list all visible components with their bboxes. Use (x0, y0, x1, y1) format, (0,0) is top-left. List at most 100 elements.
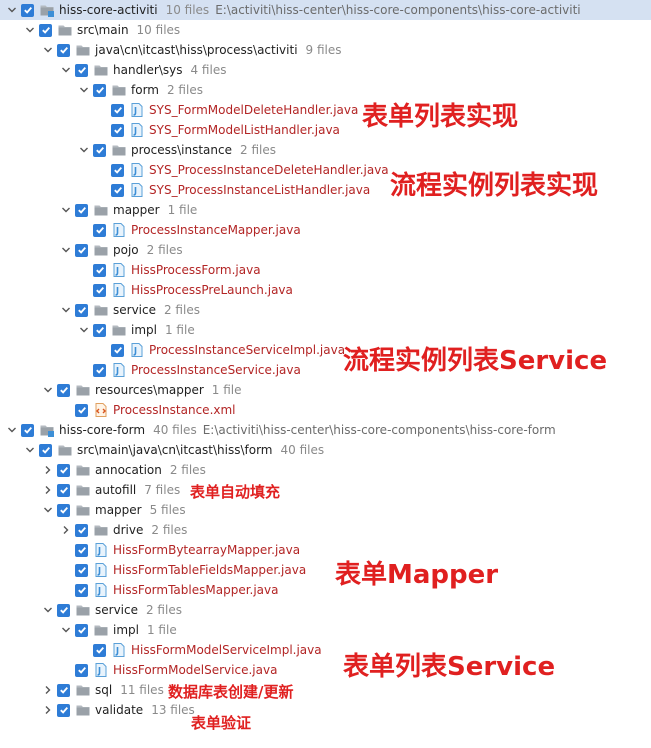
tree-row[interactable]: sql 11 files (0, 680, 651, 700)
tree-row[interactable]: handler\sys 4 files (0, 60, 651, 80)
chevron-right-icon[interactable] (42, 480, 54, 500)
checkbox[interactable] (57, 603, 70, 617)
chevron-down-icon[interactable] (6, 420, 18, 440)
checkbox[interactable] (75, 523, 88, 537)
chevron-right-icon[interactable] (42, 460, 54, 480)
file-count: 10 files (165, 3, 210, 17)
tree-row[interactable]: SYS_FormModelListHandler.java (0, 120, 651, 140)
checkbox[interactable] (57, 463, 70, 477)
checkbox[interactable] (75, 303, 88, 317)
tree-row[interactable]: service 2 files (0, 600, 651, 620)
tree-row[interactable]: src\main\java\cn\itcast\hiss\form 40 file… (0, 440, 651, 460)
checkbox[interactable] (21, 3, 34, 17)
chevron-down-icon[interactable] (24, 440, 36, 460)
checkbox[interactable] (57, 383, 70, 397)
chevron-right-icon[interactable] (42, 680, 54, 700)
file-count: 5 files (149, 503, 186, 517)
folder-icon (57, 442, 73, 458)
tree-row[interactable]: hiss-core-activiti 10 files E:\activiti\hi… (0, 0, 651, 20)
chevron-right-icon[interactable] (42, 700, 54, 720)
tree-row[interactable]: drive 2 files (0, 520, 651, 540)
checkbox[interactable] (93, 263, 106, 277)
checkbox[interactable] (75, 583, 88, 597)
tree-row[interactable]: hiss-core-form 40 files E:\activiti\hiss-c… (0, 420, 651, 440)
checkbox[interactable] (57, 703, 70, 717)
checkbox[interactable] (75, 543, 88, 557)
tree-item-label: ProcessInstanceMapper.java (131, 223, 301, 237)
tree-row[interactable]: mapper 1 file (0, 200, 651, 220)
chevron-down-icon[interactable] (42, 40, 54, 60)
tree-row[interactable]: form 2 files (0, 80, 651, 100)
checkbox[interactable] (39, 23, 52, 37)
tree-row[interactable]: pojo 2 files (0, 240, 651, 260)
chevron-down-icon[interactable] (60, 60, 72, 80)
checkbox[interactable] (57, 43, 70, 57)
java-file-icon (93, 542, 109, 558)
tree-row[interactable]: HissFormBytearrayMapper.java (0, 540, 651, 560)
chevron-down-icon[interactable] (78, 80, 90, 100)
checkbox[interactable] (93, 283, 106, 297)
chevron-down-icon[interactable] (78, 320, 90, 340)
checkbox[interactable] (75, 203, 88, 217)
tree-item-label: HissFormModelService.java (113, 663, 278, 677)
tree-row[interactable]: HissProcessForm.java (0, 260, 651, 280)
checkbox[interactable] (57, 483, 70, 497)
chevron-down-icon[interactable] (42, 380, 54, 400)
tree-row[interactable]: ProcessInstance.xml (0, 400, 651, 420)
tree-row[interactable]: HissFormTableFieldsMapper.java (0, 560, 651, 580)
tree-row[interactable]: validate 13 files (0, 700, 651, 720)
tree-row[interactable]: HissProcessPreLaunch.java (0, 280, 651, 300)
checkbox[interactable] (75, 63, 88, 77)
annotation-label: 表单Mapper (335, 560, 499, 590)
chevron-down-icon[interactable] (60, 240, 72, 260)
tree-row[interactable]: autofill 7 files (0, 480, 651, 500)
annotation-label: 数据库表创建/更新 (168, 683, 294, 701)
tree-row[interactable]: annocation 2 files (0, 460, 651, 480)
checkbox[interactable] (57, 503, 70, 517)
checkbox[interactable] (75, 243, 88, 257)
checkbox[interactable] (39, 443, 52, 457)
checkbox[interactable] (111, 103, 124, 117)
tree-row[interactable]: resources\mapper 1 file (0, 380, 651, 400)
tree-item-label: ProcessInstanceServiceImpl.java (149, 343, 346, 357)
tree-row[interactable]: impl 1 file (0, 320, 651, 340)
chevron-down-icon[interactable] (60, 200, 72, 220)
checkbox[interactable] (93, 363, 106, 377)
checkbox[interactable] (75, 623, 88, 637)
checkbox[interactable] (75, 563, 88, 577)
chevron-down-icon[interactable] (60, 620, 72, 640)
tree-row[interactable]: process\instance 2 files (0, 140, 651, 160)
tree-row[interactable]: service 2 files (0, 300, 651, 320)
tree-row[interactable]: SYS_FormModelDeleteHandler.java (0, 100, 651, 120)
chevron-down-icon[interactable] (60, 300, 72, 320)
checkbox[interactable] (21, 423, 34, 437)
checkbox[interactable] (111, 343, 124, 357)
chevron-down-icon[interactable] (42, 500, 54, 520)
chevron-down-icon[interactable] (78, 140, 90, 160)
checkbox[interactable] (75, 403, 88, 417)
chevron-down-icon[interactable] (24, 20, 36, 40)
module-folder-icon (39, 422, 55, 438)
checkbox[interactable] (93, 143, 106, 157)
checkbox[interactable] (93, 83, 106, 97)
checkbox[interactable] (93, 643, 106, 657)
checkbox[interactable] (111, 183, 124, 197)
tree-row[interactable]: mapper 5 files (0, 500, 651, 520)
tree-row[interactable]: ProcessInstanceMapper.java (0, 220, 651, 240)
tree-row[interactable]: impl 1 file (0, 620, 651, 640)
checkbox[interactable] (57, 683, 70, 697)
chevron-down-icon[interactable] (42, 600, 54, 620)
checkbox[interactable] (111, 163, 124, 177)
chevron-down-icon[interactable] (6, 0, 18, 20)
checkbox[interactable] (111, 123, 124, 137)
chevron-right-icon[interactable] (60, 520, 72, 540)
tree-item-label: impl (113, 623, 139, 637)
file-count: 4 files (190, 63, 227, 77)
tree-row[interactable]: HissFormTablesMapper.java (0, 580, 651, 600)
tree-row[interactable]: java\cn\itcast\hiss\process\activiti 9 fi… (0, 40, 651, 60)
checkbox[interactable] (93, 223, 106, 237)
tree-row[interactable]: src\main 10 files (0, 20, 651, 40)
xml-file-icon (93, 402, 109, 418)
checkbox[interactable] (75, 663, 88, 677)
checkbox[interactable] (93, 323, 106, 337)
